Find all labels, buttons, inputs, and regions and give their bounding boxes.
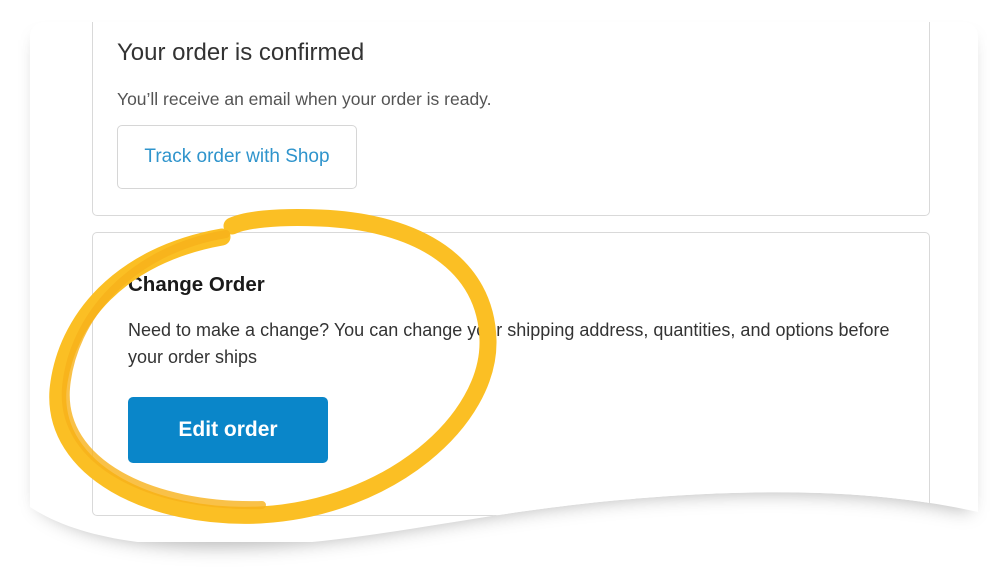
order-confirmed-title: Your order is confirmed	[117, 39, 365, 66]
paper-screenshot: Your order is confirmed You’ll receive a…	[30, 22, 978, 542]
change-order-description: Need to make a change? You can change yo…	[128, 320, 890, 367]
change-order-title: Change Order	[128, 273, 265, 296]
order-confirmed-description: You’ll receive an email when your order …	[117, 89, 492, 109]
screenshot-stage: Your order is confirmed You’ll receive a…	[0, 0, 1006, 581]
edit-order-button[interactable]: Edit order	[128, 397, 328, 463]
change-order-card: Change Order Need to make a change? You …	[92, 232, 930, 516]
track-order-button[interactable]: Track order with Shop	[117, 125, 357, 189]
order-confirmed-card: Your order is confirmed You’ll receive a…	[92, 22, 930, 216]
